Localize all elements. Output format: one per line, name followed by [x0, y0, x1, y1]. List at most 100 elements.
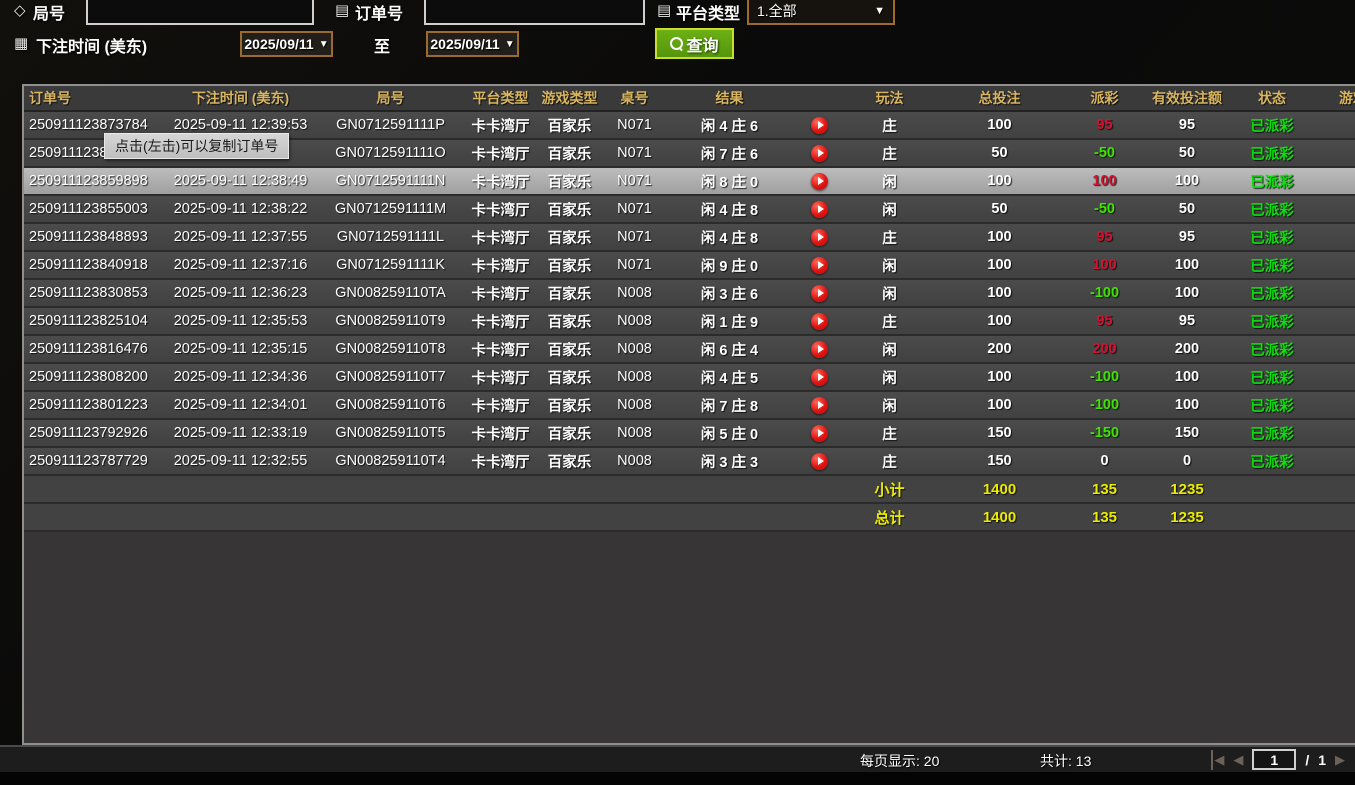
- play-replay-icon[interactable]: [811, 453, 828, 470]
- date-to-picker[interactable]: 2025/09/11 ▼: [426, 31, 519, 57]
- prev-page-icon[interactable]: ◀: [1233, 750, 1243, 770]
- play-replay-icon[interactable]: [811, 397, 828, 414]
- next-page-icon[interactable]: ▶: [1335, 750, 1345, 770]
- table-row[interactable]: 250911123792926 2025-09-11 12:33:19 GN00…: [24, 420, 1355, 448]
- subtotal-valid-bet: 1235: [1142, 476, 1232, 502]
- table-row[interactable]: 250911123787729 2025-09-11 12:32:55 GN00…: [24, 448, 1355, 476]
- cell-table-no: N008: [602, 392, 667, 418]
- play-replay-icon[interactable]: [811, 145, 828, 162]
- date-from-picker[interactable]: 2025/09/11 ▼: [240, 31, 333, 57]
- column-header: 桌号: [602, 86, 667, 110]
- cell-replay: [792, 336, 847, 362]
- cell-total-bet: 150: [932, 420, 1067, 446]
- cell-game-mode: -: [1312, 364, 1355, 390]
- pager: ◀ ◀ / 1 ▶: [1211, 749, 1345, 770]
- list-icon: ▤: [335, 1, 349, 19]
- cell-bet-time: 2025-09-11 12:32:55: [164, 448, 317, 474]
- play-replay-icon[interactable]: [811, 341, 828, 358]
- cell-order-no[interactable]: 250911123848893: [24, 224, 164, 250]
- play-replay-icon[interactable]: [811, 257, 828, 274]
- cell-game-no: GN008259110T5: [317, 420, 464, 446]
- cell-table-no: N008: [602, 308, 667, 334]
- play-replay-icon[interactable]: [811, 369, 828, 386]
- play-replay-icon[interactable]: [811, 229, 828, 246]
- platform-icon: ▤: [657, 1, 671, 19]
- chevron-down-icon: ▼: [505, 39, 515, 50]
- cell-table-no: N071: [602, 112, 667, 138]
- platform-select[interactable]: 1.全部 ▼: [747, 0, 895, 25]
- cell-total-bet: 200: [932, 336, 1067, 362]
- play-replay-icon[interactable]: [811, 285, 828, 302]
- query-button-label: 查询: [686, 32, 718, 56]
- table-row[interactable]: 250911123855003 2025-09-11 12:38:22 GN07…: [24, 196, 1355, 224]
- cell-game-type: 百家乐: [537, 140, 602, 166]
- table-row[interactable]: 250911123830853 2025-09-11 12:36:23 GN00…: [24, 280, 1355, 308]
- cell-status: 已派彩: [1232, 196, 1312, 222]
- cell-table-no: N071: [602, 196, 667, 222]
- cell-game-mode: -: [1312, 308, 1355, 334]
- cell-valid-bet: 200: [1142, 336, 1232, 362]
- cell-bet-time: 2025-09-11 12:37:55: [164, 224, 317, 250]
- cell-replay: [792, 140, 847, 166]
- first-page-icon[interactable]: ◀: [1211, 750, 1224, 770]
- play-replay-icon[interactable]: [811, 173, 828, 190]
- cell-platform: 卡卡湾厅: [464, 224, 537, 250]
- cell-game-no: GN0712591111M: [317, 196, 464, 222]
- table-row[interactable]: 250911123816476 2025-09-11 12:35:15 GN00…: [24, 336, 1355, 364]
- order-no-input[interactable]: [424, 0, 645, 25]
- platform-selected-value: 1.全部: [757, 1, 797, 21]
- cell-game-type: 百家乐: [537, 252, 602, 278]
- cell-game-type: 百家乐: [537, 196, 602, 222]
- cell-order-no[interactable]: 250911123830853: [24, 280, 164, 306]
- play-replay-icon[interactable]: [811, 313, 828, 330]
- subtotal-row: 小计 1400 135 1235: [24, 476, 1355, 504]
- column-header: 派彩: [1067, 86, 1142, 110]
- table-row[interactable]: 250911123859898 2025-09-11 12:38:49 GN07…: [24, 168, 1355, 196]
- cell-payout: -100: [1067, 392, 1142, 418]
- cell-game-mode: -: [1312, 252, 1355, 278]
- cell-order-no[interactable]: 250911123816476: [24, 336, 164, 362]
- orders-table: 订单号下注时间 (美东)局号平台类型游戏类型桌号结果玩法总投注派彩有效投注额状态…: [22, 84, 1355, 745]
- cell-order-no[interactable]: 250911123840918: [24, 252, 164, 278]
- page-number-input[interactable]: [1252, 749, 1296, 770]
- cell-result: 闲 7 庄 8: [667, 392, 792, 418]
- cell-platform: 卡卡湾厅: [464, 112, 537, 138]
- cell-order-no[interactable]: 250911123787729: [24, 448, 164, 474]
- order-no-label: 订单号: [355, 0, 403, 24]
- cell-total-bet: 100: [932, 168, 1067, 194]
- cell-status: 已派彩: [1232, 252, 1312, 278]
- cell-order-no[interactable]: 250911123808200: [24, 364, 164, 390]
- table-row[interactable]: 250911123840918 2025-09-11 12:37:16 GN07…: [24, 252, 1355, 280]
- play-replay-icon[interactable]: [811, 425, 828, 442]
- cell-order-no[interactable]: 250911123825104: [24, 308, 164, 334]
- play-replay-icon[interactable]: [811, 117, 828, 134]
- cell-valid-bet: 100: [1142, 392, 1232, 418]
- column-header: 局号: [317, 86, 464, 110]
- table-body: 250911123873784 2025-09-11 12:39:53 GN07…: [24, 112, 1355, 476]
- game-no-input[interactable]: [86, 0, 314, 25]
- query-button[interactable]: 查询: [655, 28, 734, 59]
- cell-payout: 95: [1067, 308, 1142, 334]
- cell-order-no[interactable]: 250911123792926: [24, 420, 164, 446]
- grand-total-spacer: [24, 504, 847, 530]
- cell-order-no[interactable]: 250911123855003: [24, 196, 164, 222]
- cell-order-no[interactable]: 250911123801223: [24, 392, 164, 418]
- play-replay-icon[interactable]: [811, 201, 828, 218]
- cell-order-no[interactable]: 250911123859898: [24, 168, 164, 194]
- column-header: 有效投注额: [1142, 86, 1232, 110]
- cell-game-mode: -: [1312, 112, 1355, 138]
- table-row[interactable]: 250911123808200 2025-09-11 12:34:36 GN00…: [24, 364, 1355, 392]
- table-row[interactable]: 250911123848893 2025-09-11 12:37:55 GN07…: [24, 224, 1355, 252]
- cell-result: 闲 4 庄 5: [667, 364, 792, 390]
- search-icon: [670, 37, 683, 50]
- chevron-down-icon: ▼: [874, 5, 885, 17]
- cell-platform: 卡卡湾厅: [464, 420, 537, 446]
- table-row[interactable]: 250911123801223 2025-09-11 12:34:01 GN00…: [24, 392, 1355, 420]
- cell-game-type: 百家乐: [537, 112, 602, 138]
- date-to-value: 2025/09/11: [430, 36, 499, 52]
- cell-play-type: 庄: [847, 308, 932, 334]
- table-row[interactable]: 250911123825104 2025-09-11 12:35:53 GN00…: [24, 308, 1355, 336]
- cell-status: 已派彩: [1232, 112, 1312, 138]
- cell-replay: [792, 252, 847, 278]
- cell-valid-bet: 0: [1142, 448, 1232, 474]
